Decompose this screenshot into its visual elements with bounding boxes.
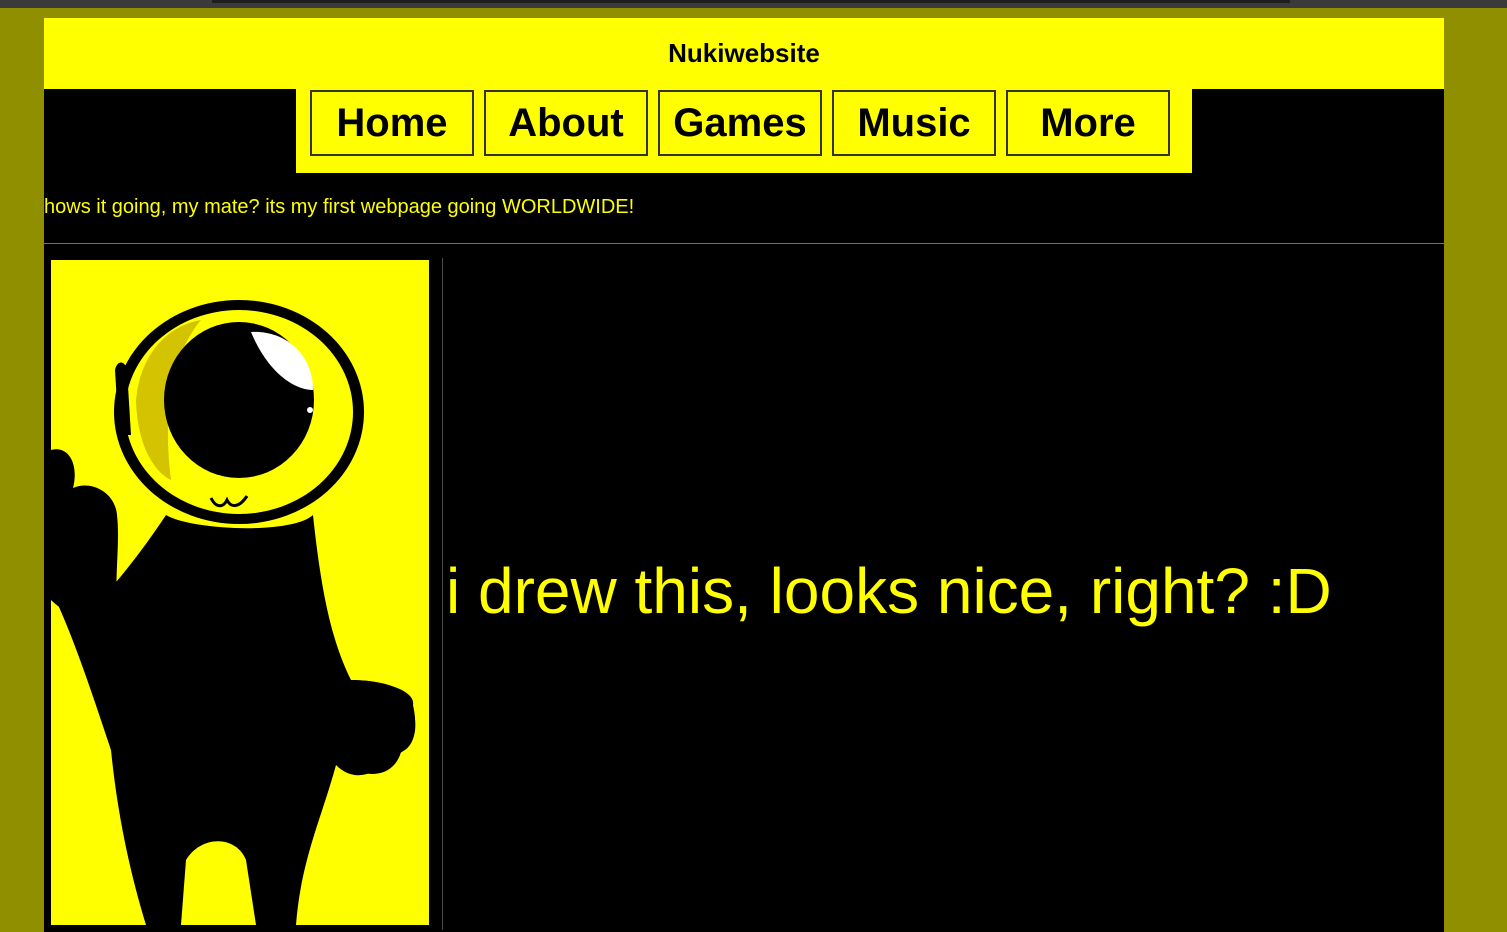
greeting-text: hows it going, my mate? its my first web…	[44, 196, 635, 218]
nav-music-button[interactable]: Music	[832, 90, 996, 156]
character-drawing-svg	[51, 300, 416, 925]
section-divider	[44, 243, 1444, 244]
site-header: Nukiwebsite	[44, 18, 1444, 89]
browser-address-bar	[212, 0, 1290, 3]
nav-more-button[interactable]: More	[1006, 90, 1170, 156]
nav-bar: Home About Games Music More	[296, 89, 1192, 173]
nav-games-button[interactable]: Games	[658, 90, 822, 156]
content-separator	[442, 258, 443, 930]
drawing-caption: i drew this, looks nice, right? :D	[446, 555, 1332, 627]
nav-about-button[interactable]: About	[484, 90, 648, 156]
page-container: Nukiwebsite Home About Games Music More …	[44, 18, 1444, 932]
character-drawing	[51, 260, 429, 925]
browser-top-strip	[0, 0, 1507, 8]
site-title: Nukiwebsite	[668, 38, 820, 68]
nav-home-button[interactable]: Home	[310, 90, 474, 156]
